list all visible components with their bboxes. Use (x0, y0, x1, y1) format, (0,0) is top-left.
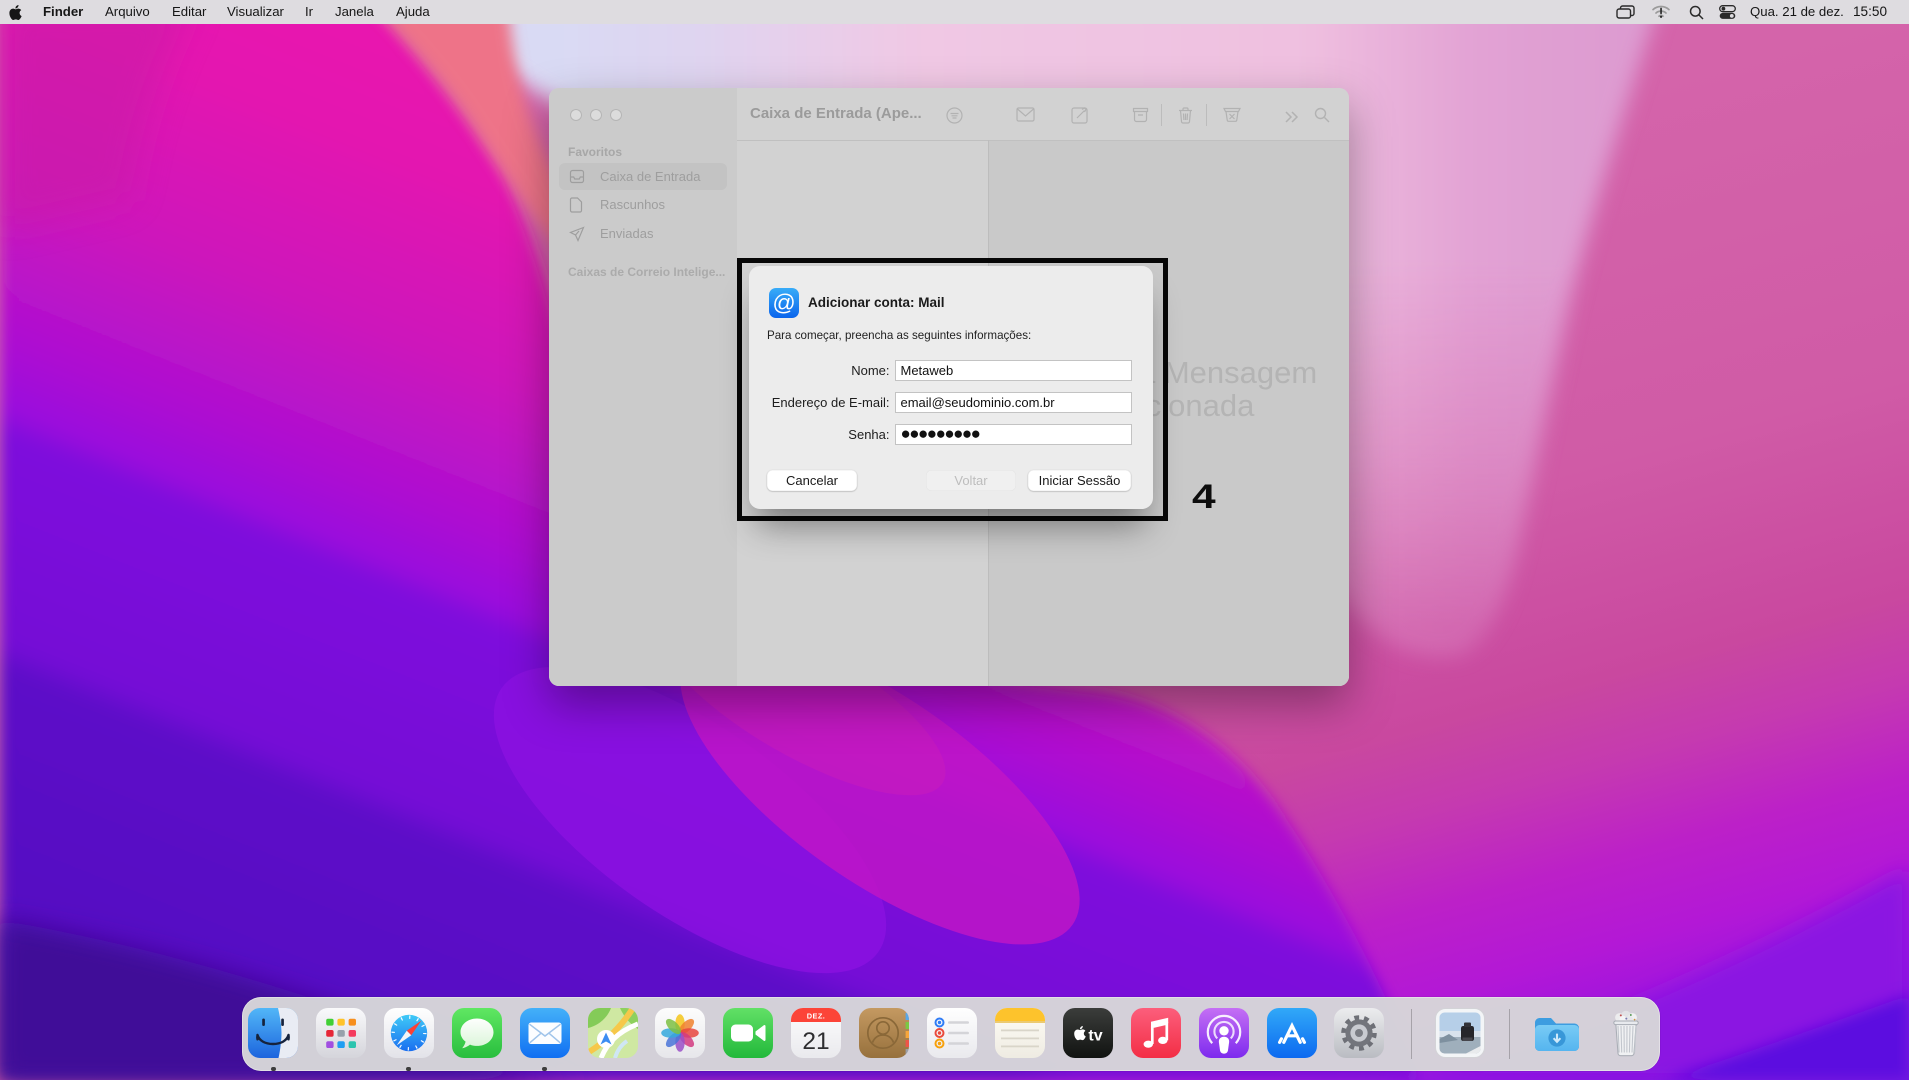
svg-text:21: 21 (803, 1028, 830, 1055)
svg-text:@: @ (772, 290, 795, 316)
svg-text:DEZ.: DEZ. (807, 1012, 825, 1021)
svg-text:tv: tv (1088, 1028, 1102, 1045)
